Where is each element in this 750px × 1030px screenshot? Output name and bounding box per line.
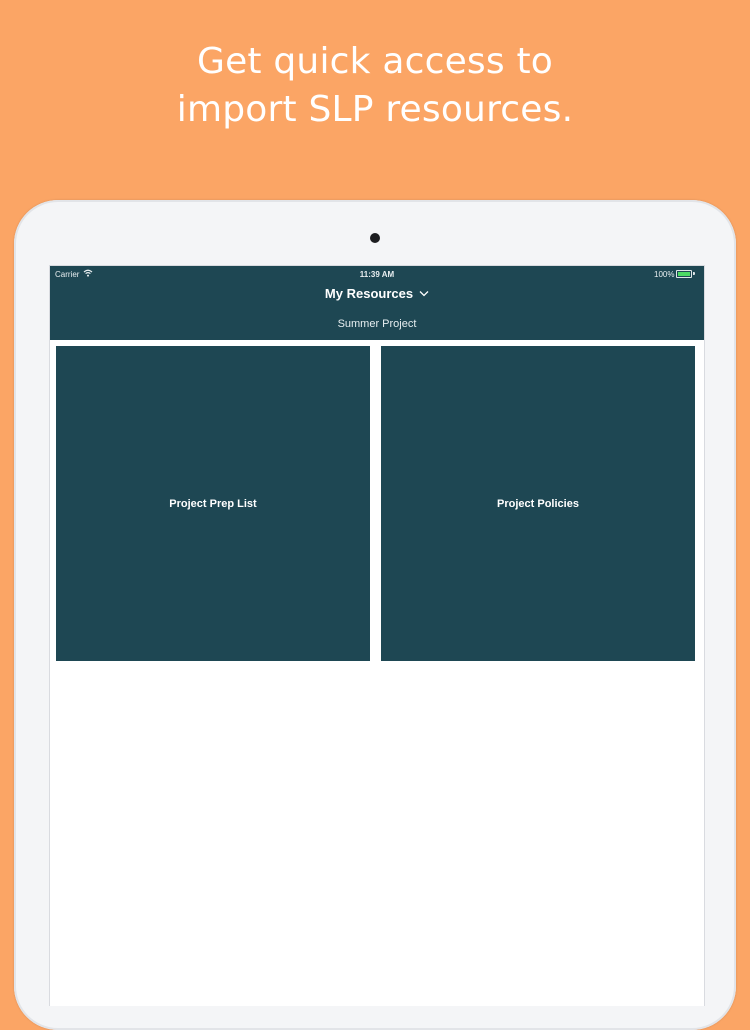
page-title: My Resources xyxy=(324,286,414,301)
resources-dropdown[interactable]: My Resources xyxy=(50,286,704,301)
resource-tile-prep-list[interactable]: Project Prep List xyxy=(56,346,370,661)
battery-percentage: 100% xyxy=(654,270,675,279)
chevron-down-icon xyxy=(419,291,429,297)
app-screen: Carrier 11:39 AM 100% My Resources Summe… xyxy=(49,265,705,1006)
tile-label: Project Policies xyxy=(497,497,579,510)
battery-icon xyxy=(676,270,692,278)
resource-tile-policies[interactable]: Project Policies xyxy=(381,346,695,661)
battery-tip xyxy=(693,272,695,275)
navigation-bar: Carrier 11:39 AM 100% My Resources Summe… xyxy=(50,266,704,340)
headline-line-2: import SLP resources. xyxy=(176,89,574,130)
marketing-headline: Get quick access to import SLP resources… xyxy=(0,38,750,134)
ipad-frame: Carrier 11:39 AM 100% My Resources Summe… xyxy=(14,200,736,1030)
status-time: 11:39 AM xyxy=(359,270,395,279)
headline-line-1: Get quick access to xyxy=(196,41,554,82)
status-bar: Carrier 11:39 AM 100% xyxy=(50,266,704,282)
camera-icon xyxy=(370,233,380,243)
tile-label: Project Prep List xyxy=(169,497,257,510)
project-subtitle: Summer Project xyxy=(337,318,417,330)
